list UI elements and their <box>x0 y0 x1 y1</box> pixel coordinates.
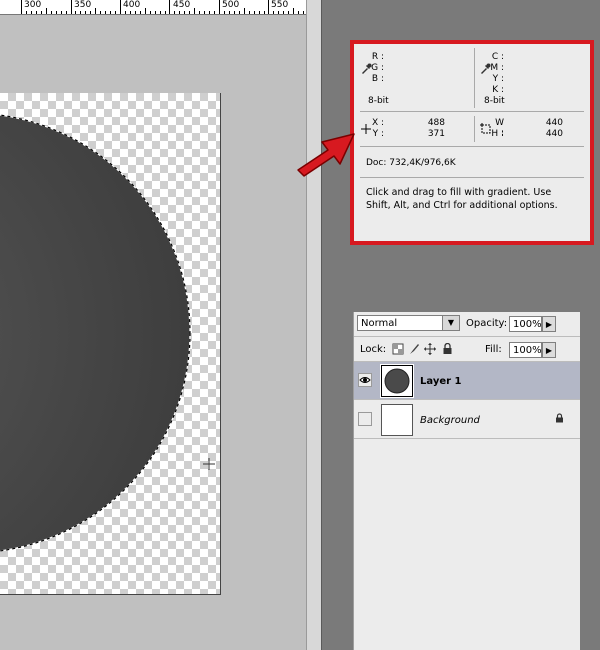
g-label: G : <box>371 63 384 73</box>
layer-row-layer-1[interactable]: Layer 1 <box>354 362 580 400</box>
lock-icon <box>556 413 563 423</box>
fill-slider-arrow-icon[interactable]: ▶ <box>542 342 556 358</box>
divider <box>360 146 584 147</box>
x-value: 488 <box>427 118 445 128</box>
crosshair-cursor-icon <box>203 458 215 470</box>
y-value: 371 <box>427 129 445 139</box>
ruler-label: 350 <box>74 0 92 10</box>
bit-depth-right: 8-bit <box>484 96 505 106</box>
lock-transparency-icon[interactable] <box>392 343 404 355</box>
opacity-label: Opacity: <box>466 318 508 329</box>
fill-label: Fill: <box>485 344 502 355</box>
divider <box>474 116 475 142</box>
h-label: H : <box>491 129 504 139</box>
b-label: B : <box>371 74 384 84</box>
y-label: Y : <box>372 129 384 139</box>
red-arrow-icon <box>297 133 355 177</box>
divider <box>360 111 584 112</box>
divider <box>360 177 584 178</box>
layer-name[interactable]: Layer 1 <box>420 376 461 387</box>
ruler-ticks <box>21 0 304 14</box>
lock-all-icon[interactable] <box>442 343 453 355</box>
k-label: K : <box>492 85 504 95</box>
tool-hint-message: Click and drag to fill with gradient. Us… <box>366 187 558 211</box>
doc-size: Doc: 732,4K/976,6K <box>366 158 456 168</box>
chevron-down-icon[interactable]: ▼ <box>442 316 459 330</box>
r-label: R : <box>371 52 384 62</box>
lock-move-icon[interactable] <box>424 343 436 355</box>
opacity-slider-arrow-icon[interactable]: ▶ <box>542 316 556 332</box>
blend-mode-select[interactable]: Normal ▼ <box>357 315 460 331</box>
gradient-circle-selection <box>0 114 191 552</box>
divider <box>474 48 475 108</box>
y-cmyk-label: Y : <box>492 74 504 84</box>
divider <box>354 336 580 337</box>
layer-name[interactable]: Background <box>420 415 480 426</box>
canvas-area[interactable]: 300 350 400 450 500 550 <box>0 0 306 650</box>
visibility-toggle[interactable] <box>358 412 372 426</box>
c-label: C : <box>491 52 504 62</box>
vertical-scrollbar[interactable] <box>306 0 322 650</box>
ruler-label: 550 <box>271 0 289 10</box>
layers-panel: Normal ▼ Opacity: 100% ▶ Lock: Fill: 100… <box>353 312 580 650</box>
ruler-label: 450 <box>173 0 191 10</box>
w-value: 440 <box>545 118 563 128</box>
lock-brush-icon[interactable] <box>408 343 420 355</box>
h-value: 440 <box>545 129 563 139</box>
eye-icon <box>359 377 371 383</box>
m-label: M : <box>490 63 504 73</box>
ruler-label: 300 <box>24 0 42 10</box>
bit-depth-left: 8-bit <box>368 96 389 106</box>
blend-mode-value: Normal <box>361 318 398 329</box>
horizontal-ruler: 300 350 400 450 500 550 <box>0 0 306 15</box>
info-panel: R : G : B : 8-bit C : M : Y : K : 8-bit … <box>350 40 594 245</box>
opacity-input[interactable]: 100% <box>509 316 542 332</box>
ruler-label: 500 <box>222 0 240 10</box>
lock-label: Lock: <box>360 344 387 355</box>
layer-thumbnail <box>381 404 413 436</box>
filled-circle <box>0 115 190 551</box>
visibility-toggle[interactable] <box>358 373 372 387</box>
layer-thumbnail <box>380 364 414 398</box>
layer-thumbnail-circle <box>384 368 410 394</box>
layer-row-background[interactable]: Background <box>354 401 580 439</box>
x-label: X : <box>371 118 384 128</box>
fill-input[interactable]: 100% <box>509 342 542 358</box>
ruler-label: 400 <box>123 0 141 10</box>
